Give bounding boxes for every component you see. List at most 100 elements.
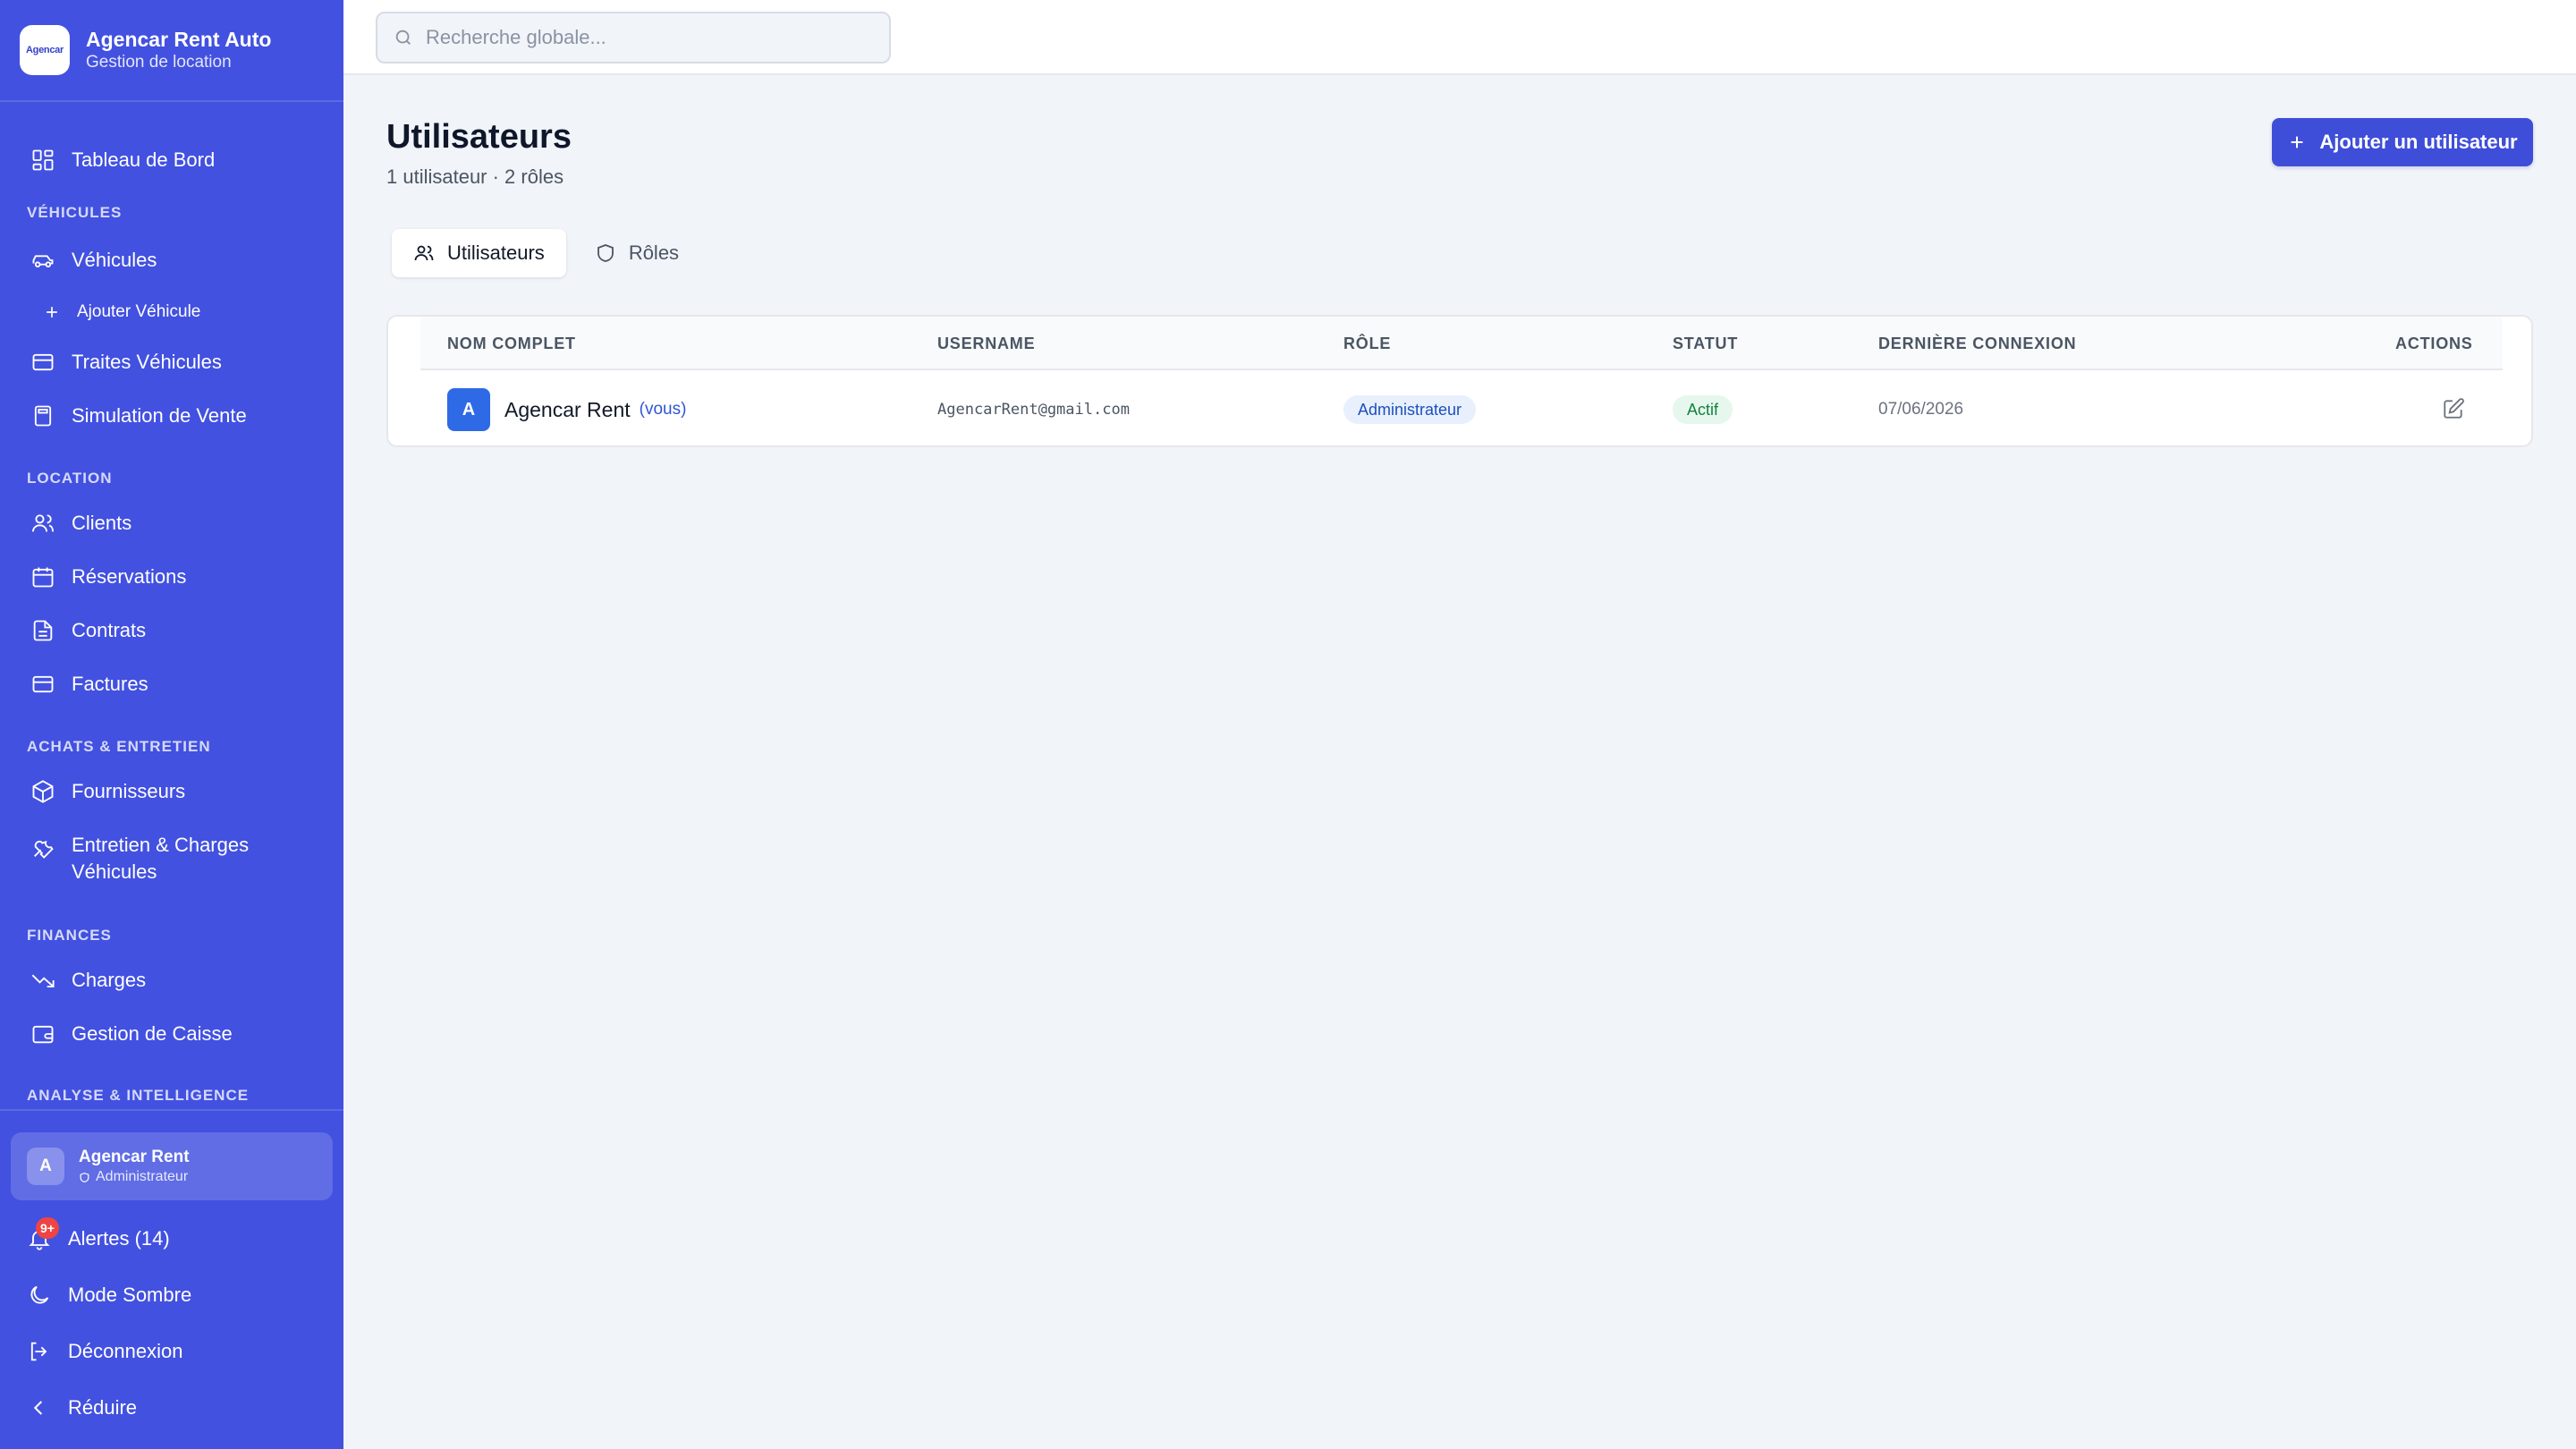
users-table: NOM COMPLET USERNAME RÔLE STATUT DERNIÈR…: [386, 315, 2533, 447]
app-subtitle: Gestion de location: [86, 53, 232, 72]
column-header-status: STATUT: [1673, 335, 1739, 352]
column-header-name: NOM COMPLET: [447, 335, 576, 352]
bell-icon: 9+: [27, 1217, 59, 1251]
brand-logo-text: Agencar: [26, 45, 64, 55]
sidebar-item-contrats[interactable]: Contrats: [0, 608, 343, 653]
sidebar-item-label: Clients: [72, 512, 132, 534]
page-subtitle: 1 utilisateur · 2 rôles: [386, 165, 564, 188]
sidebar-item-label: Simulation de Vente: [72, 404, 247, 427]
user-name-cell: A Agencar Rent (vous): [447, 372, 686, 447]
sidebar-item-label-line1: Entretien & Charges: [72, 834, 250, 856]
top-bar: [343, 0, 2576, 75]
sidebar-footer: A Agencar Rent Administrateur 9+ Alertes…: [0, 1109, 343, 1449]
dark-mode-toggle[interactable]: Mode Sombre: [0, 1273, 343, 1318]
alerts-badge: 9+: [36, 1217, 59, 1239]
last-login-value: 07/06/2026: [1878, 400, 1964, 419]
avatar: A: [27, 1148, 64, 1185]
user-full-name: Agencar Rent: [504, 397, 631, 421]
sidebar-item-caisse[interactable]: Gestion de Caisse: [0, 1012, 343, 1056]
tab-label: Utilisateurs: [447, 242, 545, 264]
search-icon: [394, 28, 413, 47]
alerts-label: Alertes (14): [68, 1227, 170, 1250]
document-icon: [30, 618, 55, 643]
sidebar-item-label: Traites Véhicules: [72, 351, 222, 373]
dark-mode-label: Mode Sombre: [68, 1284, 192, 1306]
calendar-icon: [30, 564, 55, 589]
actions-cell: [2442, 372, 2467, 447]
column-header-role: RÔLE: [1343, 335, 1392, 352]
plus-icon: [43, 303, 61, 321]
user-profile-card[interactable]: A Agencar Rent Administrateur: [11, 1132, 333, 1200]
status-badge: Actif: [1673, 395, 1733, 424]
sidebar-item-ajouter-vehicule[interactable]: Ajouter Véhicule: [0, 292, 343, 332]
sidebar-item-label: Entretien & Charges Véhicules: [72, 832, 249, 886]
sidebar-item-label: Fournisseurs: [72, 780, 186, 802]
sidebar-item-label: Factures: [72, 673, 148, 695]
sidebar-item-label: Gestion de Caisse: [72, 1022, 233, 1045]
last-login-cell: 07/06/2026: [1878, 372, 1963, 447]
edit-icon[interactable]: [2442, 397, 2467, 422]
sidebar-item-label: Charges: [72, 969, 147, 991]
sidebar-item-charges[interactable]: Charges: [0, 958, 343, 1003]
sidebar-item-factures[interactable]: Factures: [0, 662, 343, 707]
chevron-left-icon: [27, 1395, 52, 1420]
calculator-icon: [30, 403, 55, 428]
section-label-achats: ACHATS & ENTRETIEN: [27, 738, 211, 755]
user-name: Agencar Rent: [79, 1148, 190, 1166]
sidebar-item-clients[interactable]: Clients: [0, 501, 343, 546]
section-label-analyse: ANALYSE & INTELLIGENCE: [27, 1087, 250, 1104]
avatar: A: [447, 388, 490, 431]
column-header-username: USERNAME: [937, 335, 1036, 352]
sidebar-item-label: Ajouter Véhicule: [77, 302, 201, 321]
plus-icon: [2287, 132, 2307, 152]
section-label-location: LOCATION: [27, 470, 113, 487]
status-cell: Actif: [1673, 372, 1733, 447]
shield-icon: [79, 1172, 90, 1183]
logout-icon: [27, 1339, 52, 1364]
username-value: AgencarRent@gmail.com: [937, 401, 1130, 419]
moon-icon: [27, 1283, 52, 1308]
sidebar-item-label: Contrats: [72, 619, 147, 641]
shield-icon: [595, 242, 616, 264]
add-user-label: Ajouter un utilisateur: [2319, 131, 2518, 153]
sidebar-item-dashboard[interactable]: Tableau de Bord: [0, 138, 343, 182]
tab-utilisateurs[interactable]: Utilisateurs: [392, 229, 566, 277]
global-search[interactable]: [376, 12, 891, 64]
user-info: Agencar Rent Administrateur: [79, 1147, 190, 1186]
sidebar-item-reservations[interactable]: Réservations: [0, 555, 343, 599]
users-icon: [413, 242, 435, 264]
tab-roles[interactable]: Rôles: [573, 229, 700, 277]
sidebar-item-traites[interactable]: Traites Véhicules: [0, 340, 343, 385]
sidebar-item-simulation[interactable]: Simulation de Vente: [0, 394, 343, 438]
sidebar-item-label: Véhicules: [72, 249, 157, 271]
users-icon: [30, 511, 55, 536]
wrench-icon: [30, 835, 55, 860]
app-name: Agencar Rent Auto: [86, 28, 272, 51]
wallet-icon: [30, 1021, 55, 1046]
collapse-sidebar-button[interactable]: Réduire: [0, 1385, 343, 1430]
alerts-button[interactable]: 9+ Alertes (14): [0, 1216, 343, 1261]
collapse-label: Réduire: [68, 1396, 138, 1419]
role-badge: Administrateur: [1343, 395, 1477, 424]
tab-label: Rôles: [628, 242, 680, 264]
add-user-button[interactable]: Ajouter un utilisateur: [2272, 118, 2533, 166]
sidebar-item-entretien[interactable]: Entretien & Charges Véhicules: [0, 832, 343, 889]
sidebar-item-fournisseurs[interactable]: Fournisseurs: [0, 769, 343, 814]
sidebar-item-label-line2: Véhicules: [72, 860, 157, 883]
brand-text: Agencar Rent Auto Gestion de location: [86, 27, 271, 73]
package-icon: [30, 779, 55, 804]
table-row[interactable]: A Agencar Rent (vous) AgencarRent@gmail.…: [420, 372, 2503, 447]
search-input[interactable]: [426, 26, 855, 49]
brand-header[interactable]: Agencar Agencar Rent Auto Gestion de loc…: [0, 0, 343, 102]
role-cell: Administrateur: [1343, 372, 1477, 447]
sidebar-item-vehicules[interactable]: Véhicules: [0, 238, 343, 283]
sidebar-item-label: Tableau de Bord: [72, 148, 216, 171]
brand-logo: Agencar: [20, 25, 70, 75]
tab-bar: Utilisateurs Rôles: [386, 225, 692, 281]
logout-button[interactable]: Déconnexion: [0, 1329, 343, 1374]
trending-down-icon: [30, 968, 55, 993]
section-label-vehicules: VÉHICULES: [27, 204, 123, 221]
username-cell: AgencarRent@gmail.com: [937, 372, 1130, 447]
sidebar: Agencar Agencar Rent Auto Gestion de loc…: [0, 0, 343, 1449]
invoice-card-icon: [30, 672, 55, 697]
